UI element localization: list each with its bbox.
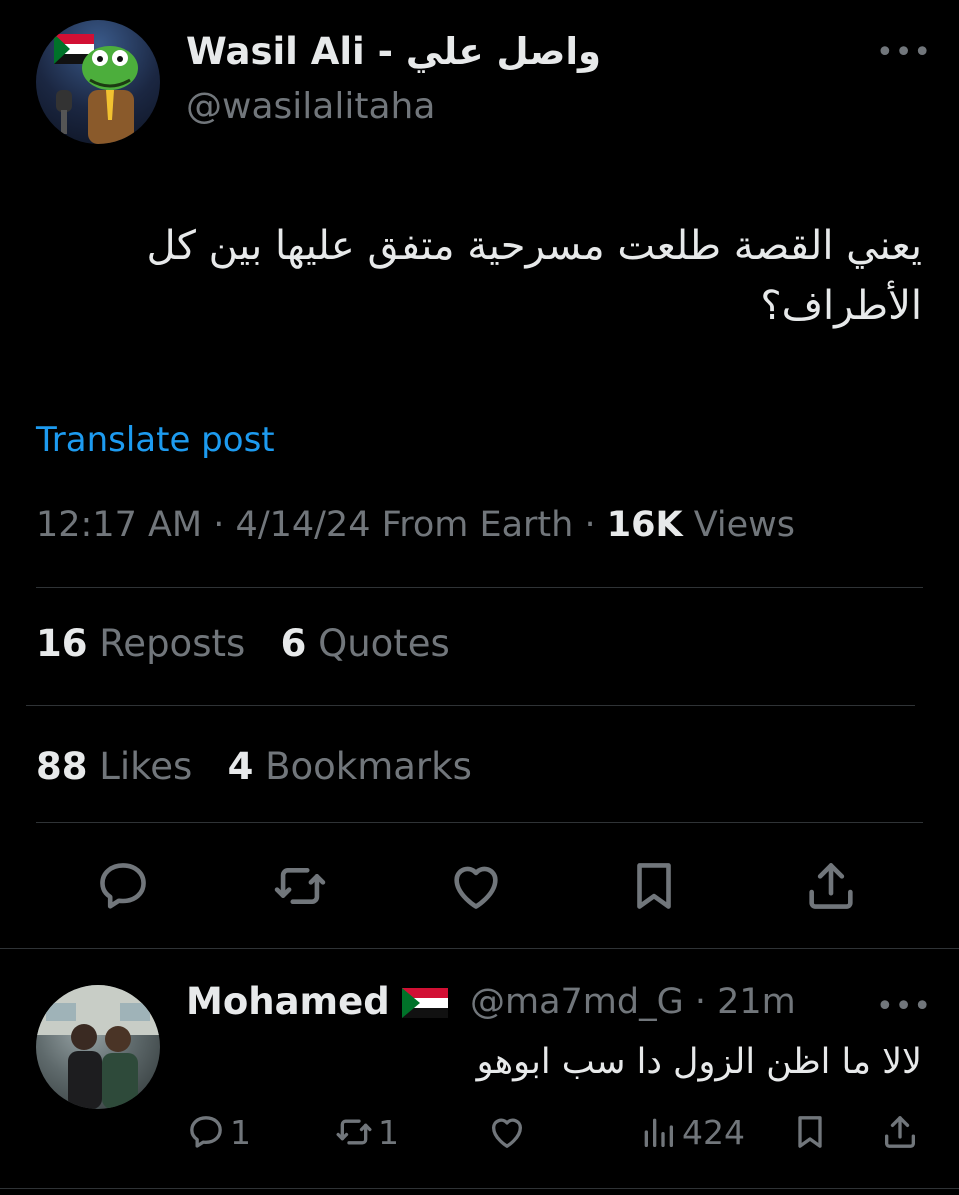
reply-handle-time: @ma7md_G · 21m xyxy=(470,982,796,1022)
repost-button[interactable] xyxy=(265,851,335,921)
divider xyxy=(0,948,959,949)
meta-separator: · xyxy=(584,505,607,545)
reply-text: لالا ما اظن الزول دا سب ابوهو xyxy=(476,1042,922,1082)
reply-repost-button[interactable]: 1 xyxy=(334,1112,399,1152)
reply-button[interactable] xyxy=(88,851,158,921)
reply-views-button[interactable]: 424 xyxy=(638,1112,745,1152)
reply-handle[interactable]: @ma7md_G xyxy=(470,982,684,1022)
post-time[interactable]: 12:17 AM xyxy=(36,505,202,545)
views-label: Views xyxy=(693,505,795,545)
bookmarks-stat[interactable]: 4 Bookmarks xyxy=(228,745,472,788)
reposts-label: Reposts xyxy=(99,622,246,665)
reply-repost-count: 1 xyxy=(378,1112,399,1152)
bookmarks-label: Bookmarks xyxy=(265,745,472,788)
likes-stat[interactable]: 88 Likes xyxy=(36,745,192,788)
meta-separator: · xyxy=(213,505,236,545)
likes-bookmarks-stats: 88 Likes 4 Bookmarks xyxy=(36,745,472,788)
reply-bookmark-button[interactable] xyxy=(790,1112,834,1152)
share-icon xyxy=(809,863,853,909)
like-icon xyxy=(491,1118,523,1148)
share-button[interactable] xyxy=(796,851,866,921)
quotes-count: 6 xyxy=(280,622,307,665)
reply-display-name[interactable]: Mohamed xyxy=(186,980,390,1023)
author-handle[interactable]: @wasilalitaha xyxy=(186,86,435,127)
reply-views-count: 424 xyxy=(682,1112,745,1152)
quotes-stat[interactable]: 6 Quotes xyxy=(281,622,450,665)
repost-icon xyxy=(274,867,326,905)
translate-post-link[interactable]: Translate post xyxy=(36,420,275,460)
repost-icon xyxy=(336,1119,372,1145)
views-icon xyxy=(644,1118,673,1147)
reposts-count: 16 xyxy=(36,622,88,665)
reply-share-button[interactable] xyxy=(880,1112,924,1152)
like-icon xyxy=(454,866,498,909)
meta-separator: · xyxy=(683,982,718,1022)
bookmark-icon xyxy=(637,863,671,909)
reply-reply-button[interactable]: 1 xyxy=(186,1112,251,1152)
reply-like-button[interactable] xyxy=(487,1112,531,1152)
reply-avatar[interactable] xyxy=(36,985,160,1109)
bookmark-icon xyxy=(798,1116,822,1148)
author-avatar[interactable] xyxy=(36,20,160,144)
reply-more-options-icon[interactable]: ••• xyxy=(876,992,932,1022)
reply-reply-count: 1 xyxy=(230,1112,251,1152)
sudan-flag-icon xyxy=(402,988,448,1018)
post-source: From Earth xyxy=(381,505,574,545)
bookmarks-count: 4 xyxy=(227,745,254,788)
post-meta: 12:17 AM · 4/14/24 From Earth · 16K View… xyxy=(36,505,795,545)
divider xyxy=(0,1188,959,1189)
divider xyxy=(36,587,923,588)
reply-icon xyxy=(190,1116,222,1148)
divider xyxy=(26,705,915,706)
post-date[interactable]: 4/14/24 xyxy=(236,505,371,545)
post-text: يعني القصة طلعت مسرحية متفق عليها بين كل… xyxy=(146,223,922,329)
divider xyxy=(36,822,923,823)
reposts-quotes-stats: 16 Reposts 6 Quotes xyxy=(36,622,450,665)
reply-icon xyxy=(100,863,146,909)
likes-count: 88 xyxy=(36,745,88,788)
share-icon xyxy=(885,1116,915,1148)
views-count: 16K xyxy=(606,505,683,545)
like-button[interactable] xyxy=(441,851,511,921)
bookmark-button[interactable] xyxy=(619,851,689,921)
quotes-label: Quotes xyxy=(318,622,450,665)
reposts-stat[interactable]: 16 Reposts xyxy=(36,622,245,665)
reply-time[interactable]: 21m xyxy=(717,982,796,1022)
likes-label: Likes xyxy=(99,745,193,788)
author-display-name[interactable]: Wasil Ali - واصل علي xyxy=(186,30,601,73)
more-options-icon[interactable]: ••• xyxy=(876,38,932,68)
